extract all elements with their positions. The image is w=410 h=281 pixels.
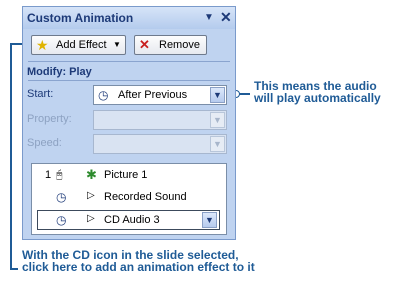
entrance-star-icon: ✱ bbox=[86, 167, 97, 182]
start-dropdown[interactable]: ◷ After Previous ▼ bbox=[93, 85, 227, 105]
property-label: Property: bbox=[27, 113, 72, 125]
clock-icon: ◷ bbox=[56, 213, 67, 227]
annotation-right-line2: will play automatically bbox=[254, 91, 381, 105]
remove-button[interactable]: ✕ Remove bbox=[134, 35, 207, 55]
mouse-icon: 🖰 bbox=[56, 169, 63, 181]
play-icon: ▷ bbox=[87, 190, 95, 201]
effect-number: 1 bbox=[45, 169, 52, 181]
callout-line-bottom-vertical bbox=[10, 44, 12, 270]
speed-dropdown: ▼ bbox=[93, 134, 227, 154]
property-dropdown: ▼ bbox=[93, 110, 227, 130]
effect-name: Recorded Sound bbox=[104, 191, 187, 203]
callout-line-bottom-end bbox=[10, 268, 18, 270]
star-icon: ★ bbox=[36, 37, 49, 53]
effects-list[interactable]: 1 🖰 ✱ Picture 1 ◷ ▷ Recorded Sound ◷ ▷ C… bbox=[31, 163, 227, 235]
annotation-bottom-line2: click here to add an animation effect to… bbox=[22, 260, 255, 274]
play-icon: ▷ bbox=[87, 213, 95, 224]
effect-name: Picture 1 bbox=[104, 169, 148, 181]
add-effect-label: Add Effect bbox=[56, 39, 107, 51]
clock-icon: ◷ bbox=[56, 190, 67, 204]
speed-label: Speed: bbox=[27, 137, 62, 149]
annotation-bottom: With the CD icon in the slide selected, … bbox=[22, 249, 255, 273]
add-effect-button[interactable]: ★ Add Effect ▼ bbox=[31, 35, 126, 55]
pane-title: Custom Animation bbox=[27, 11, 134, 25]
remove-label: Remove bbox=[159, 39, 200, 51]
effect-name: CD Audio 3 bbox=[104, 214, 160, 226]
start-value: After Previous bbox=[118, 89, 188, 101]
pane-titlebar: Custom Animation ▼ ✕ bbox=[23, 7, 235, 29]
divider bbox=[28, 61, 230, 62]
remove-icon: ✕ bbox=[139, 37, 150, 52]
chevron-down-icon[interactable]: ▼ bbox=[210, 87, 225, 103]
clock-icon: ◷ bbox=[98, 88, 109, 102]
chevron-down-icon: ▼ bbox=[210, 112, 225, 128]
list-item[interactable]: ◷ ▷ Recorded Sound bbox=[32, 188, 226, 208]
chevron-down-icon: ▼ bbox=[113, 40, 121, 49]
annotation-right: This means the audio will play automatic… bbox=[254, 80, 381, 104]
divider bbox=[28, 80, 230, 81]
list-item-selected[interactable]: ◷ ▷ CD Audio 3 ▼ bbox=[37, 210, 220, 230]
custom-animation-pane: Custom Animation ▼ ✕ ★ Add Effect ▼ ✕ Re… bbox=[22, 6, 236, 240]
close-icon[interactable]: ✕ bbox=[220, 9, 232, 26]
section-title: Modify: Play bbox=[27, 66, 92, 78]
chevron-down-icon[interactable]: ▼ bbox=[202, 212, 217, 228]
chevron-down-icon: ▼ bbox=[210, 136, 225, 152]
start-label: Start: bbox=[27, 88, 54, 100]
list-item[interactable]: 1 🖰 ✱ Picture 1 bbox=[32, 166, 226, 186]
pane-menu-arrow-icon[interactable]: ▼ bbox=[204, 12, 214, 23]
